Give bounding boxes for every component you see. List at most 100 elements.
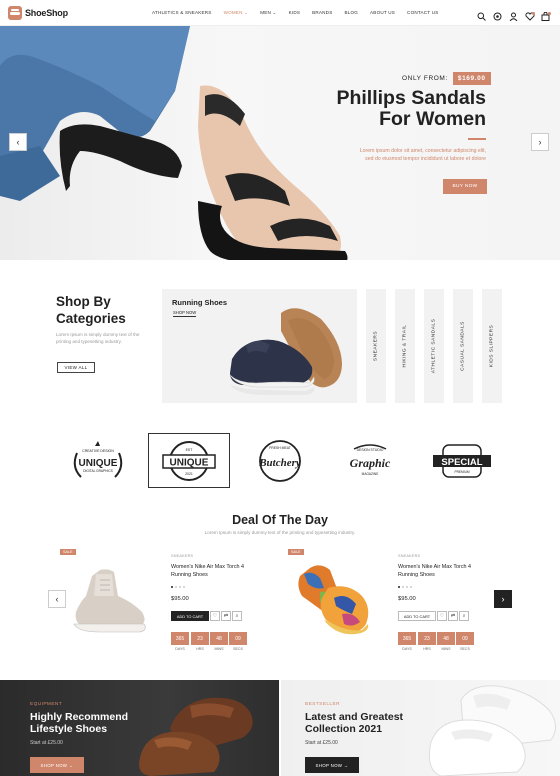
compare-icon[interactable]: ⇄ — [448, 611, 458, 621]
product-name[interactable]: Women's Nike Air Max Torch 4 Running Sho… — [171, 564, 261, 579]
view-all-button[interactable]: VIEW ALL — [57, 362, 95, 373]
brand-sub2: MAGAZINE — [362, 472, 379, 476]
banner-title-line2: Collection 2021 — [305, 723, 383, 735]
category-sneakers[interactable]: SNEAKERS — [366, 289, 386, 403]
sale-badge: SALE — [60, 549, 76, 555]
brand-logo-graphic[interactable]: DESIGN STUDIO Graphic MAGAZINE — [330, 436, 410, 486]
categories-title-line1: Shop By — [56, 294, 111, 309]
hero-title: Phillips Sandals For Women — [266, 88, 486, 130]
graphic-badge-icon: DESIGN STUDIO Graphic MAGAZINE — [350, 444, 391, 476]
leather-boots-image — [139, 697, 253, 776]
countdown-value: 23 — [418, 632, 436, 645]
countdown-label: MINS — [214, 647, 224, 651]
add-to-cart-button[interactable]: ADD TO CART — [171, 611, 209, 621]
banner-title-line1: Highly Recommend — [30, 711, 129, 723]
category-casual-sandals[interactable]: CASUAL SANDALS — [453, 289, 473, 403]
quick-view-icon[interactable]: ⌕ — [232, 611, 242, 621]
countdown-secs: 09 SECS — [229, 632, 247, 651]
banner-price: Start at £25.00 — [30, 740, 63, 746]
countdown-mins: 48 MINS — [437, 632, 455, 651]
promo-banner-lifestyle[interactable]: EQUIPMENT Highly Recommend Lifestyle Sho… — [0, 680, 279, 776]
nav-item-blog[interactable]: BLOG — [344, 10, 358, 16]
nav-item-brands[interactable]: BRANDS — [312, 10, 332, 16]
deal-next-arrow[interactable]: › — [494, 590, 512, 608]
search-icon[interactable] — [477, 8, 486, 21]
nav-item-kids[interactable]: KIDS — [289, 10, 301, 16]
running-shop-now-link[interactable]: SHOP NOW — [173, 310, 197, 317]
nav-item-about[interactable]: ABOUT US — [370, 10, 395, 16]
settings-icon[interactable] — [493, 8, 502, 21]
promo-banner-collection[interactable]: BESTSELLER Latest and Greatest Collectio… — [281, 680, 560, 776]
countdown-label: HRS — [196, 647, 204, 651]
nav-item-athletics[interactable]: ATHLETICS & SNEAKERS — [152, 10, 212, 16]
banner-tag: BESTSELLER — [305, 702, 340, 707]
countdown-value: 365 — [398, 632, 416, 645]
countdown-days: 365 DAYS — [398, 632, 416, 651]
hero-price-row: ONLY FROM: $169.00 — [402, 72, 491, 85]
butchery-badge-icon: FRESH MEAT Butchery — [258, 440, 301, 482]
logo[interactable]: ShoeShop — [8, 6, 68, 20]
deal-prev-arrow[interactable]: ‹ — [48, 590, 66, 608]
quick-view-icon[interactable]: ⌕ — [459, 611, 469, 621]
wishlist-heart-icon[interactable]: ♡ — [437, 611, 447, 621]
product-name-line2: Running Shoes — [171, 571, 208, 578]
brand-sub: PREMIUM — [454, 470, 469, 474]
wishlist-heart-icon[interactable]: ♡ — [210, 611, 220, 621]
banner-title-line2: Lifestyle Shoes — [30, 723, 108, 735]
compare-icon[interactable]: ⇄ — [221, 611, 231, 621]
product-color-dots — [171, 586, 185, 588]
add-to-cart-button[interactable]: ADD TO CART — [398, 611, 436, 621]
banner-shop-now-button[interactable]: SHOP NOW → — [305, 757, 359, 773]
round-seal-icon: UNIQUE EST 2021 — [162, 440, 216, 481]
category-hiking-trail[interactable]: HIKING & TRAIL — [395, 289, 415, 403]
categories-desc-line1: Lorem Ipsum is simply dummy text of the — [56, 332, 140, 337]
banner-title: Highly Recommend Lifestyle Shoes — [30, 711, 150, 735]
user-icon[interactable] — [509, 8, 518, 22]
category-kids-slippers[interactable]: KIDS SLIPPERS — [482, 289, 502, 403]
product-category: SNEAKERS — [398, 554, 421, 558]
brand-sub2: 2021 — [185, 472, 193, 476]
shoe-logo-icon — [8, 6, 22, 20]
brand-sub: EST — [186, 448, 194, 452]
product-name[interactable]: Women's Nike Air Max Torch 4 Running Sho… — [398, 564, 488, 579]
wishlist-icon[interactable] — [525, 8, 535, 21]
hero-desc-line1: Lorem ipsum dolor sit amet, consectetur … — [359, 148, 486, 154]
brand-name: SPECIAL — [441, 457, 482, 468]
category-label: CASUAL SANDALS — [460, 321, 466, 371]
product-price: $95.00 — [171, 596, 189, 602]
countdown-value: 48 — [437, 632, 455, 645]
countdown-value: 23 — [191, 632, 209, 645]
sale-badge: SALE — [288, 549, 304, 555]
brand-logo-unique[interactable]: CREATIVE DESIGN UNIQUE DIGITAL GRAPHICS — [58, 436, 138, 486]
hero-next-arrow[interactable]: › — [531, 133, 549, 151]
brand-sub2: DIGITAL GRAPHICS — [83, 469, 113, 473]
countdown-label: MINS — [441, 647, 451, 651]
countdown-hours: 23 HRS — [418, 632, 436, 651]
banner-title-line1: Latest and Greatest — [305, 711, 404, 723]
banner-shop-now-button[interactable]: SHOP NOW → — [30, 757, 84, 773]
brand-logo-special[interactable]: SPECIAL PREMIUM — [422, 436, 502, 486]
banner-tag: EQUIPMENT — [30, 702, 63, 707]
product-image[interactable] — [290, 562, 380, 638]
brand-logo-butchery[interactable]: FRESH MEAT Butchery — [240, 436, 320, 486]
main-nav: ATHLETICS & SNEAKERS WOMEN ⌄ MEN ⌄ KIDS … — [152, 10, 438, 16]
brand-logo-unique-seal[interactable]: UNIQUE EST 2021 — [148, 433, 230, 488]
nav-item-contact[interactable]: CONTACT US — [407, 10, 438, 16]
deal-subtitle: Lorem Ipsum is simply dummy text of the … — [204, 530, 356, 535]
hero-price-badge: $169.00 — [452, 72, 491, 85]
category-athletic-sandals[interactable]: ATHLETIC SANDALS — [424, 289, 444, 403]
hero-prev-arrow[interactable]: ‹ — [9, 133, 27, 151]
countdown-secs: 09 SECS — [456, 632, 474, 651]
countdown-mins: 48 MINS — [210, 632, 228, 651]
countdown-label: SECS — [233, 647, 243, 651]
brand-sub: FRESH MEAT — [269, 446, 291, 450]
product-image[interactable] — [70, 566, 150, 634]
nav-item-women[interactable]: WOMEN ⌄ — [224, 10, 249, 16]
buy-now-button[interactable]: BUY NOW — [443, 179, 487, 194]
categories-description: Lorem Ipsum is simply dummy text of the … — [56, 332, 154, 345]
nav-item-men[interactable]: MEN ⌄ — [260, 10, 276, 16]
hero-slider: ‹ › — [0, 26, 560, 260]
hero-title-line1: Phillips Sandals — [336, 87, 486, 109]
cart-icon[interactable] — [541, 8, 551, 21]
category-label: HIKING & TRAIL — [402, 324, 408, 368]
